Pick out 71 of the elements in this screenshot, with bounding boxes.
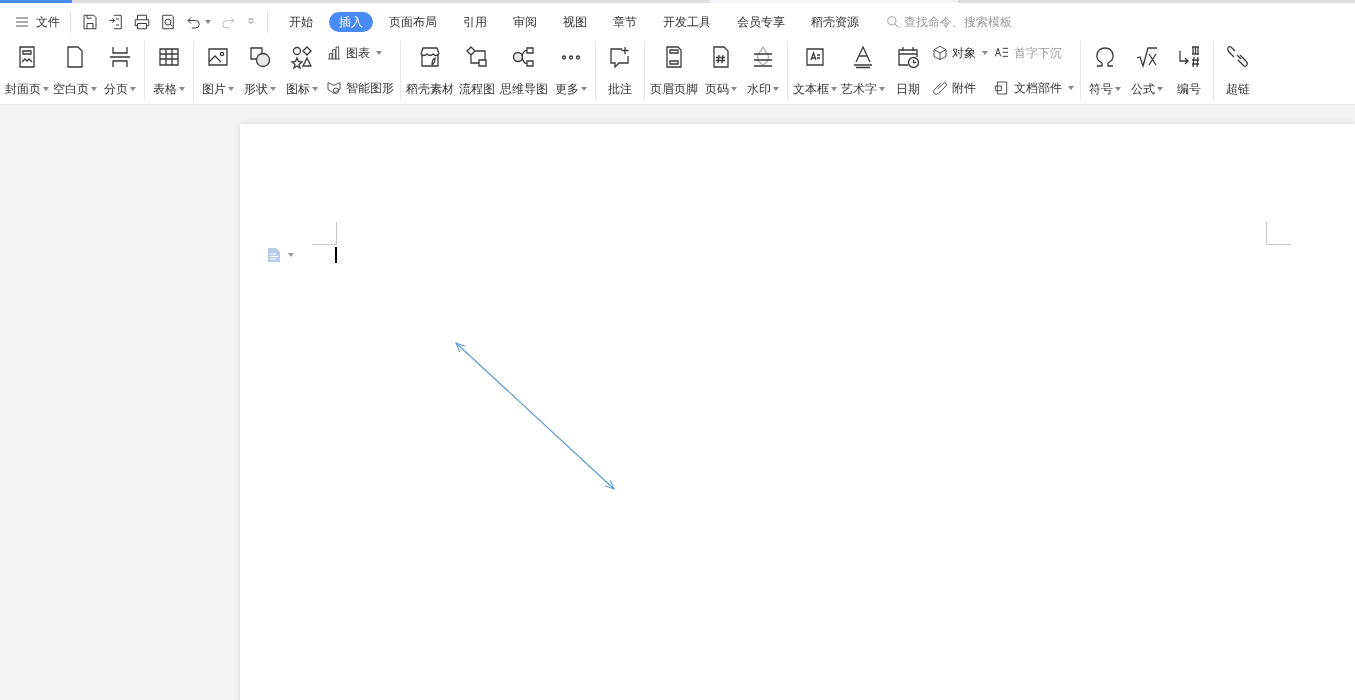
bar-chart-icon [326, 45, 342, 61]
ribbon-tab[interactable]: 视图 [553, 12, 597, 32]
more-dots-icon [561, 54, 581, 60]
ribbon-tab[interactable]: 稻壳资源 [801, 12, 869, 32]
ribbon-button[interactable]: 封面页 [3, 41, 51, 100]
page-arrow-icon [107, 13, 125, 31]
ribbon-tab[interactable]: 页面布局 [379, 12, 447, 32]
watermark-icon [751, 45, 775, 69]
ribbon-button[interactable]: 形状 [239, 41, 281, 100]
caret-icon[interactable] [288, 253, 294, 257]
icons-icon [290, 45, 314, 69]
save-icon [81, 13, 99, 31]
ribbon-button[interactable]: 批注 [599, 41, 641, 100]
ribbon-button[interactable]: 空白页 [51, 41, 99, 100]
cube-icon [932, 45, 948, 61]
ribbon-tab[interactable]: 引用 [453, 12, 497, 32]
ribbon-button[interactable]: 页眉页脚 [648, 41, 700, 100]
smart-graphic-icon [326, 80, 342, 96]
ribbon-button[interactable]: 符号 [1084, 41, 1126, 100]
document-parts-icon [994, 80, 1010, 96]
ribbon-tab[interactable]: 会员专享 [727, 12, 795, 32]
omega-icon [1093, 45, 1117, 69]
ribbon-button[interactable]: 日期 [887, 41, 929, 100]
ribbon-button[interactable]: 更多 [550, 41, 592, 100]
ribbon-button[interactable]: 编号 [1168, 41, 1210, 100]
numbering-icon [1177, 45, 1201, 69]
ribbon-button[interactable]: 页码 [700, 41, 742, 100]
ribbon-button[interactable]: 水印 [742, 41, 784, 100]
ribbon-button[interactable]: 文档部件 [994, 79, 1074, 97]
ribbon-button[interactable]: 图表 [326, 44, 394, 62]
caret-icon [205, 20, 211, 24]
text-cursor [335, 247, 337, 263]
page-break-icon [108, 45, 132, 69]
calendar-clock-icon [896, 45, 920, 69]
menu-icon [14, 14, 30, 30]
ribbon-button[interactable]: 流程图 [456, 41, 498, 100]
ribbon-button[interactable]: 表格 [148, 41, 190, 100]
picture-icon [206, 45, 230, 69]
flowchart-icon [465, 45, 489, 69]
table-icon [157, 45, 181, 69]
ribbon-tab[interactable]: 审阅 [503, 12, 547, 32]
ribbon-button[interactable]: 艺术字 [839, 41, 887, 100]
ribbon-button[interactable]: 稻壳素材 [404, 41, 456, 100]
corner-mark [312, 222, 337, 245]
search-icon [886, 15, 900, 29]
shapes-icon [248, 45, 272, 69]
square-root-icon [1135, 45, 1159, 69]
file-menu[interactable]: 文件 [14, 13, 60, 31]
ribbon-button[interactable]: 思维导图 [498, 41, 550, 100]
ribbon-button[interactable]: 文本框 [791, 41, 839, 100]
storefront-icon [418, 45, 442, 69]
art-letter-icon [851, 45, 875, 69]
ribbon-button[interactable]: 对象 [932, 44, 988, 62]
ribbon-button[interactable]: 图片 [197, 41, 239, 100]
comment-icon [608, 45, 632, 69]
ribbon-button[interactable]: 超链 [1217, 41, 1259, 100]
corner-mark [1266, 222, 1291, 245]
ribbon-tab[interactable]: 章节 [603, 12, 647, 32]
ribbon-tab[interactable]: 开发工具 [653, 12, 721, 32]
ribbon-tab[interactable]: 开始 [279, 12, 323, 32]
print-icon [133, 13, 151, 31]
ribbon-button[interactable]: 智能图形 [326, 79, 394, 97]
preview-icon [159, 13, 177, 31]
chain-link-icon [1226, 45, 1250, 69]
paperclip-icon [932, 80, 948, 96]
text-box-icon [803, 45, 827, 69]
ribbon-button[interactable]: 图标 [281, 41, 323, 100]
ribbon-button[interactable]: 分页 [99, 41, 141, 100]
ribbon-button[interactable]: 附件 [932, 79, 988, 97]
mind-map-icon [512, 45, 536, 69]
ribbon-button[interactable]: 公式 [1126, 41, 1168, 100]
